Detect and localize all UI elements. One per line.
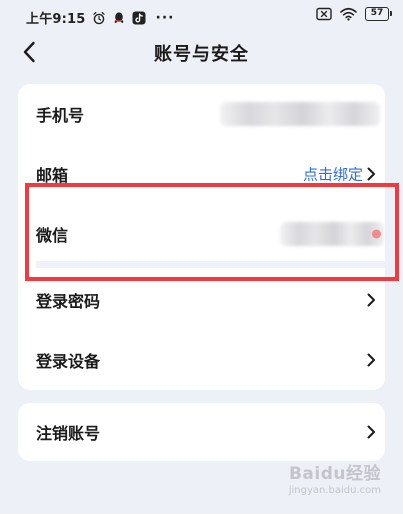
row-email-label: 邮箱: [36, 166, 69, 185]
status-bar-right: 57: [316, 7, 392, 21]
row-wechat-label: 微信: [36, 226, 69, 245]
watermark-url: jingyan.baidu.com: [288, 485, 381, 496]
row-phone-label: 手机号: [36, 106, 85, 125]
wechat-masked-value: [280, 222, 384, 246]
chevron-right-icon: [367, 167, 375, 181]
row-divider: [36, 261, 385, 268]
row-login-password-label: 登录密码: [36, 292, 101, 311]
row-cancel-account-label: 注销账号: [36, 424, 101, 443]
alarm-icon: [92, 11, 105, 24]
account-settings-card: 手机号 邮箱 点击绑定 微信 登录密码 登录设备: [18, 84, 385, 390]
chevron-right-icon: [367, 353, 375, 367]
watermark: Baidu经验 jingyan.baidu.com: [289, 459, 381, 496]
cancel-account-card: 注销账号: [18, 403, 385, 461]
status-time: 上午9:15: [26, 12, 86, 27]
qq-icon: [114, 11, 123, 23]
more-dots-icon: ···: [155, 9, 175, 26]
status-dot-icon: [372, 229, 381, 239]
battery-icon: 57: [365, 7, 392, 21]
row-email[interactable]: 邮箱 点击绑定: [18, 144, 385, 204]
bind-email-link[interactable]: 点击绑定: [303, 164, 363, 185]
status-bar-left: 上午9:15 ···: [26, 8, 175, 28]
watermark-logo: Baidu经验: [288, 464, 381, 484]
row-phone[interactable]: 手机号: [18, 84, 385, 144]
tiktok-icon: [132, 11, 146, 24]
header: 账号与安全: [0, 34, 403, 70]
status-bar: 上午9:15 ··· 57: [0, 0, 403, 30]
row-cancel-account[interactable]: 注销账号: [18, 403, 385, 461]
row-wechat[interactable]: 微信: [18, 204, 385, 264]
sim-off-icon: [316, 7, 332, 21]
chevron-right-icon: [367, 425, 375, 439]
row-login-devices-label: 登录设备: [36, 352, 101, 371]
chevron-right-icon: [367, 293, 375, 307]
page-title: 账号与安全: [154, 44, 249, 65]
phone-masked-value: [220, 102, 380, 126]
row-login-devices[interactable]: 登录设备: [18, 330, 385, 390]
wifi-icon: [340, 7, 357, 21]
row-login-password[interactable]: 登录密码: [18, 270, 385, 330]
